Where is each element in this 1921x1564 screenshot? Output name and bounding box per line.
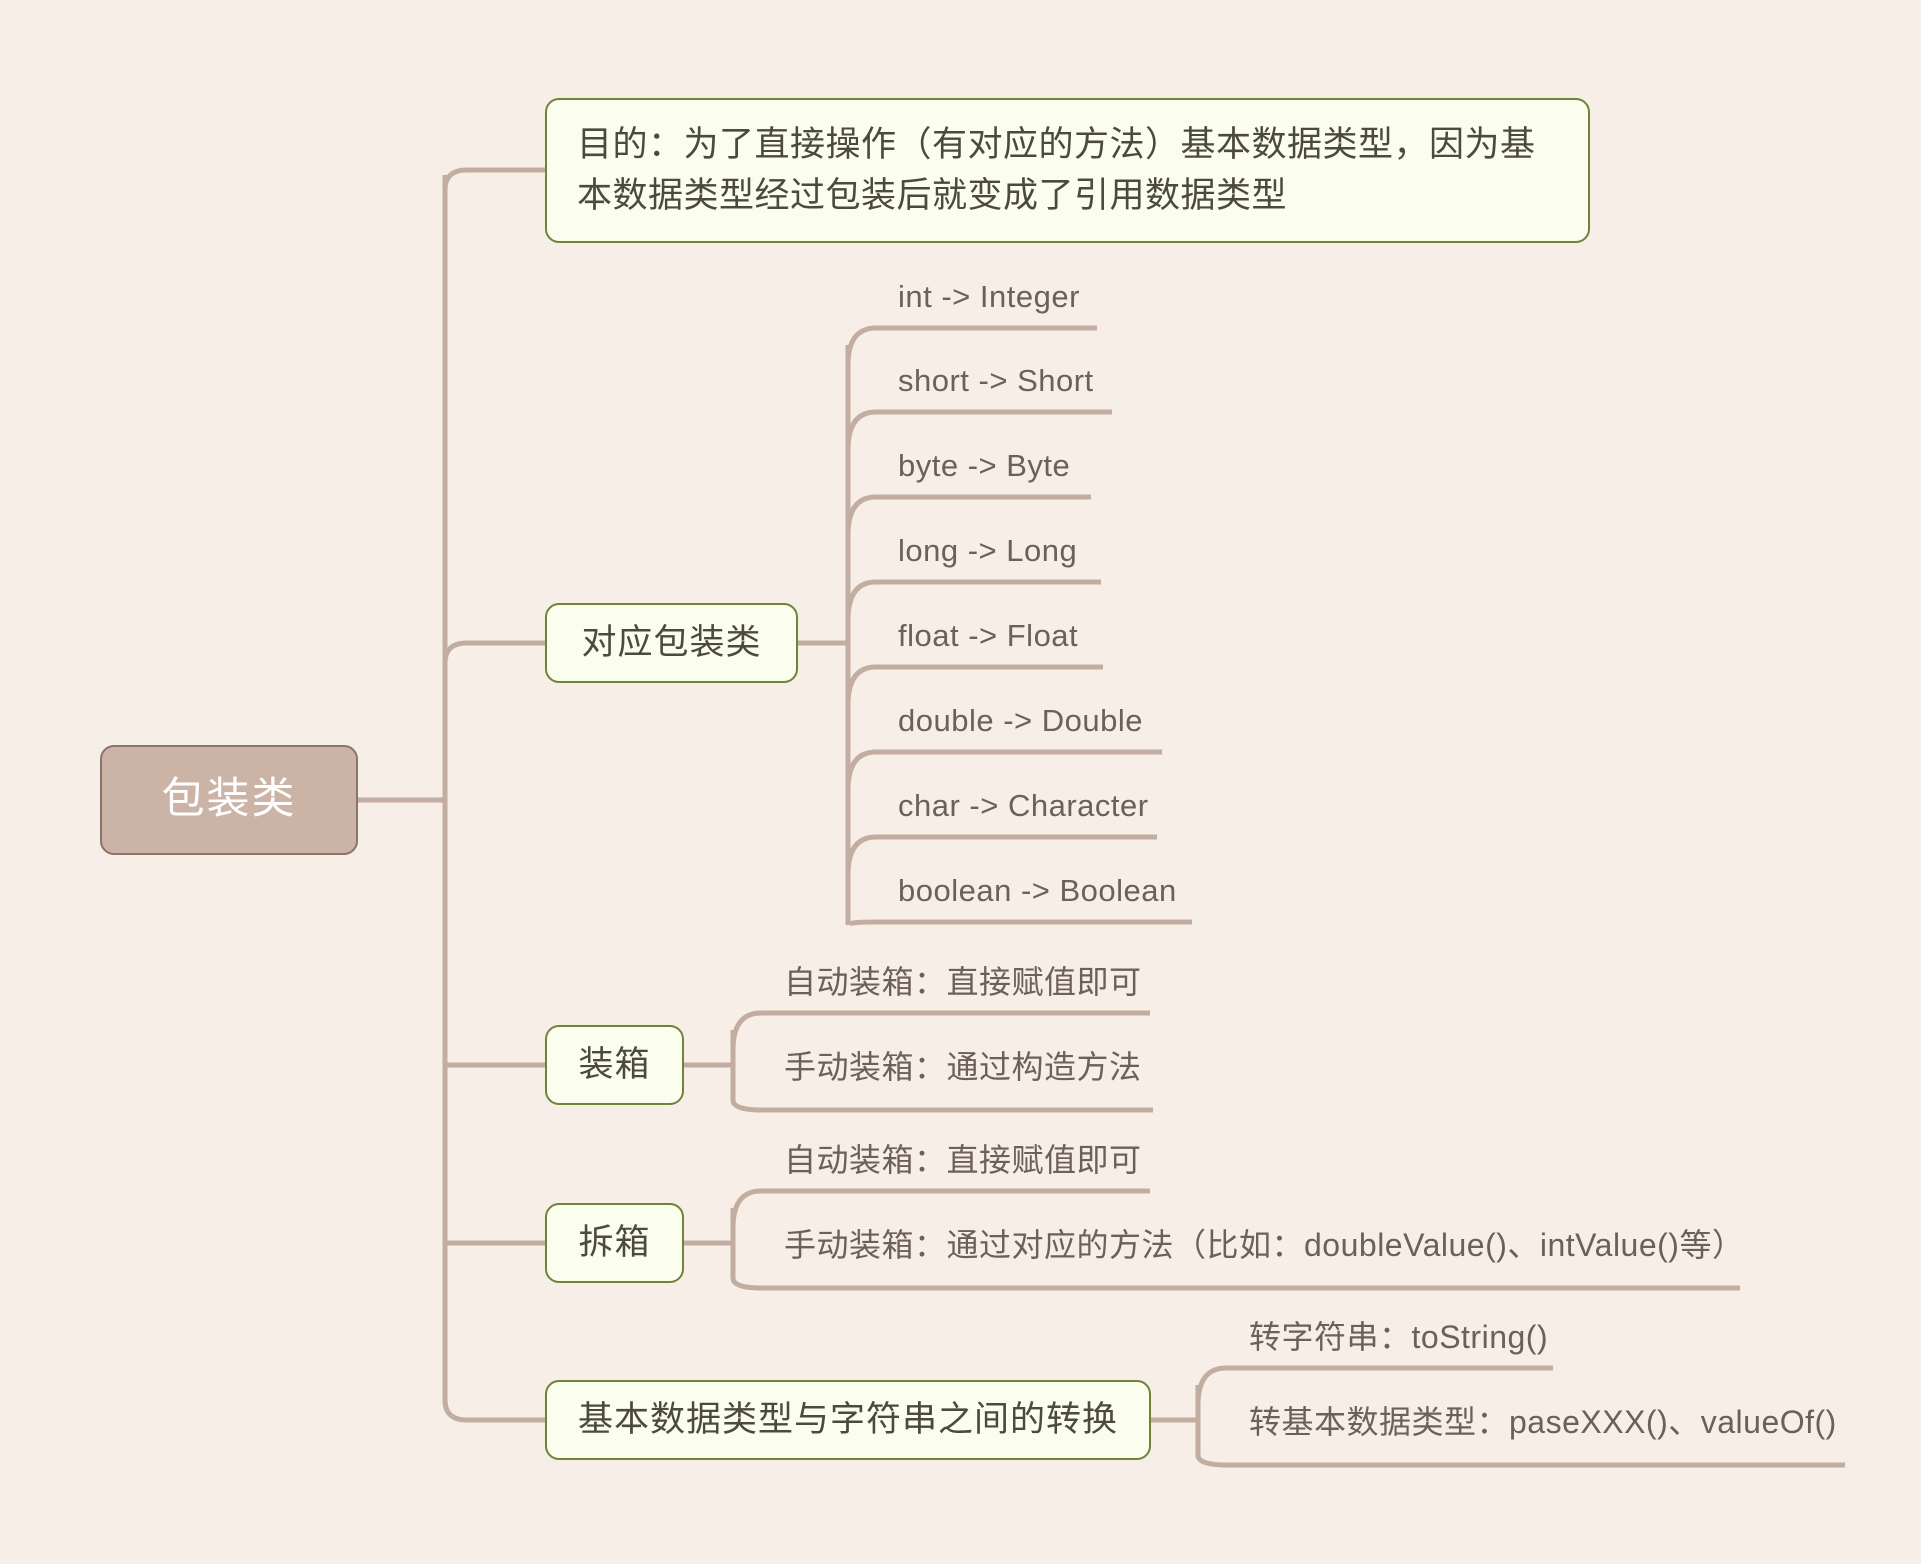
wire-boxing-item-0 [730,1010,1150,1051]
root-node[interactable]: 包装类 [100,745,358,855]
branch-node-boxing[interactable]: 装箱 [545,1025,684,1105]
root-node-label: 包装类 [161,775,297,824]
mindmap-canvas: 包装类 目的：为了直接操作（有对应的方法）基本数据类型，因为基 本数据类型经过包… [0,0,1921,1564]
wire-to-purpose [442,167,545,191]
list-item[interactable]: 自动装箱：直接赋值即可 [784,966,1142,998]
wire-unboxing-item-1 [730,1277,1740,1291]
branch-node-purpose-label: 目的：为了直接操作（有对应的方法）基本数据类型，因为基 本数据类型经过包装后就变… [577,125,1536,215]
wire-item-4 [845,664,1103,706]
wire-item-0 [845,325,1097,366]
list-item[interactable]: 转基本数据类型：paseXXX()、valueOf() [1249,1406,1837,1438]
branch-node-purpose[interactable]: 目的：为了直接操作（有对应的方法）基本数据类型，因为基 本数据类型经过包装后就变… [545,98,1590,243]
wire-item-2 [845,494,1091,536]
list-item[interactable]: long -> Long [898,535,1077,566]
branch-node-unboxing-label: 拆箱 [578,1222,651,1262]
wire-item-3 [845,579,1101,621]
list-item[interactable]: char -> Character [898,790,1149,821]
list-item[interactable]: int -> Integer [898,281,1080,312]
wire-unboxing-item-0 [730,1188,1150,1229]
list-item[interactable]: byte -> Byte [898,450,1070,481]
list-item[interactable]: double -> Double [898,705,1143,736]
wire-item-7 [845,919,1192,927]
wire-to-wrapper-classes [442,640,545,664]
wire-item-5 [845,749,1162,791]
wire-to-string-conversion [442,1399,545,1423]
list-item[interactable]: 自动装箱：直接赋值即可 [784,1144,1142,1176]
branch-node-wrapper-classes-label: 对应包装类 [581,622,762,662]
branch-node-wrapper-classes[interactable]: 对应包装类 [545,603,798,683]
branch-node-boxing-label: 装箱 [578,1044,651,1084]
branch-node-string-conversion[interactable]: 基本数据类型与字符串之间的转换 [545,1380,1151,1460]
list-item[interactable]: 手动装箱：通过构造方法 [784,1051,1142,1083]
list-item[interactable]: 手动装箱：通过对应的方法（比如：doubleValue()、intValue()… [784,1229,1744,1261]
list-item[interactable]: 转字符串：toString() [1249,1321,1548,1353]
list-item[interactable]: boolean -> Boolean [898,875,1177,906]
wire-item-1 [845,409,1112,451]
list-item[interactable]: short -> Short [898,365,1094,396]
wire-item-6 [845,834,1157,876]
list-item[interactable]: float -> Float [898,620,1078,651]
wire-conv-item-1 [1195,1454,1845,1468]
branch-node-unboxing[interactable]: 拆箱 [545,1203,684,1283]
wire-boxing-item-1 [730,1099,1153,1113]
branch-node-string-conversion-label: 基本数据类型与字符串之间的转换 [577,1399,1118,1439]
wire-conv-item-0 [1195,1365,1553,1406]
